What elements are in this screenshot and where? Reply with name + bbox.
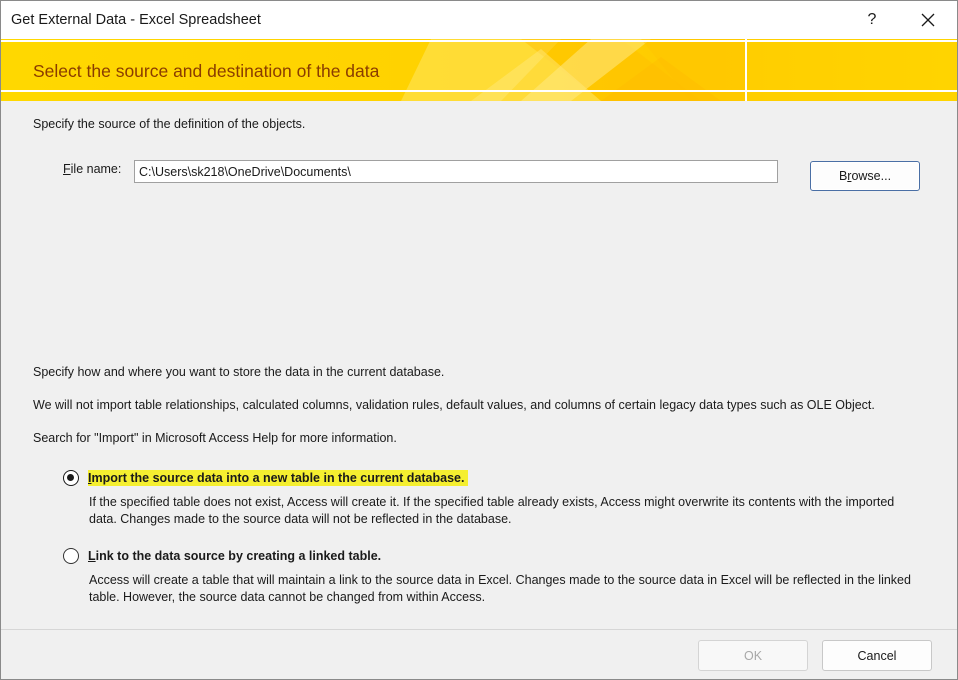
import-option-label-rest: mport the source data into a new table i… <box>91 471 465 485</box>
storage-note: We will not import table relationships, … <box>33 398 875 412</box>
link-option-mnemonic: L <box>88 549 96 563</box>
file-name-input[interactable] <box>134 160 778 183</box>
help-button[interactable]: ? <box>849 1 895 39</box>
banner-heading: Select the source and destination of the… <box>33 61 380 81</box>
file-name-label-rest: ile name: <box>70 162 122 176</box>
get-external-data-dialog: Get External Data - Excel Spreadsheet ? … <box>0 0 958 680</box>
file-name-label: File name: <box>63 162 121 176</box>
footer-divider <box>1 629 957 630</box>
import-option-description: If the specified table does not exist, A… <box>89 495 895 526</box>
link-radio[interactable] <box>63 548 79 564</box>
link-option-label[interactable]: Link to the data source by creating a li… <box>88 549 381 563</box>
close-icon <box>921 13 935 27</box>
storage-help: Search for "Import" in Microsoft Access … <box>33 431 397 445</box>
browse-label-pre: B <box>838 169 848 183</box>
browse-button[interactable]: Br owse... <box>810 161 920 191</box>
window-title: Get External Data - Excel Spreadsheet <box>11 12 261 28</box>
title-bar: Get External Data - Excel Spreadsheet ? <box>1 1 957 39</box>
browse-label-post: owse... <box>851 169 892 183</box>
banner-divider <box>745 39 747 101</box>
ok-button[interactable]: OK <box>698 640 808 671</box>
banner-stripe-top <box>1 40 957 42</box>
link-option-label-rest: ink to the data source by creating a lin… <box>95 549 382 563</box>
header-banner: Select the source and destination of the… <box>1 39 957 101</box>
import-option-row[interactable]: Import the source data into a new table … <box>63 470 469 486</box>
link-option-description: Access will create a table that will mai… <box>89 573 911 604</box>
banner-stripe-bottom <box>1 90 957 92</box>
import-radio[interactable] <box>63 470 79 486</box>
cancel-button[interactable]: Cancel <box>822 640 932 671</box>
file-name-label-mnemonic: F <box>63 162 71 176</box>
import-option-label[interactable]: Import the source data into a new table … <box>88 470 469 486</box>
link-option-row[interactable]: Link to the data source by creating a li… <box>63 548 381 564</box>
footer <box>1 630 957 679</box>
source-intro: Specify the source of the definition of … <box>33 117 306 131</box>
close-button[interactable] <box>905 1 951 39</box>
storage-intro: Specify how and where you want to store … <box>33 365 445 379</box>
